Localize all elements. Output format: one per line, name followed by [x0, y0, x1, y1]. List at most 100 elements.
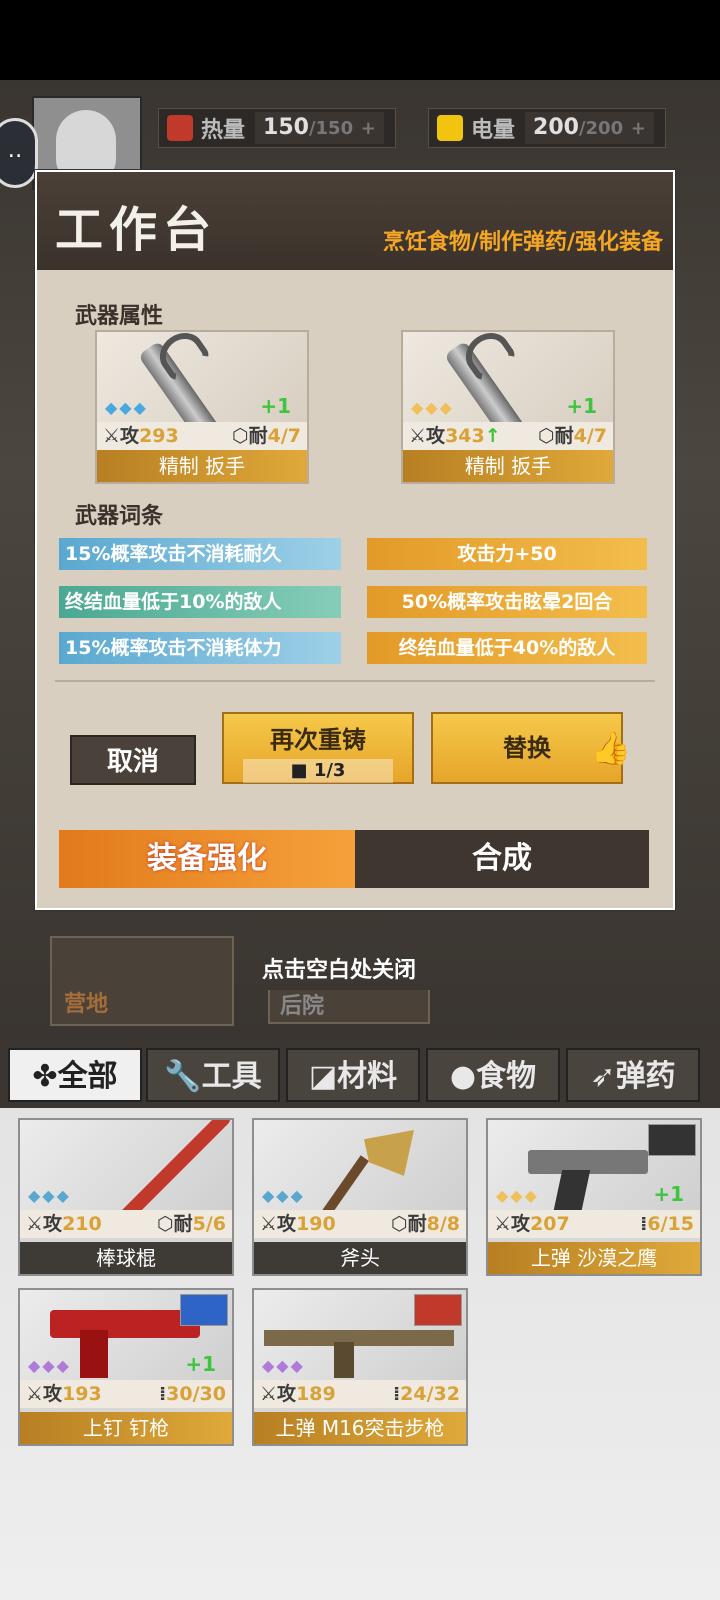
heat-max: /150	[308, 118, 354, 139]
status-bar	[0, 0, 720, 80]
atk-value: 193	[62, 1383, 102, 1405]
atk-label: 攻	[43, 1213, 63, 1235]
bat-icon	[117, 1120, 232, 1212]
tab-food[interactable]: ●食物	[426, 1048, 560, 1102]
item-name: 上钉 钉枪	[20, 1412, 232, 1444]
heat-resource[interactable]: 热量 150/150 +	[158, 108, 396, 148]
rarity-gems: ◆◆◆	[496, 1186, 539, 1205]
nailgun-body-icon	[50, 1310, 200, 1338]
weapon-card-current[interactable]: ◆◆◆ +1 ⚔攻293 ⬡耐4/7 精制 扳手	[95, 324, 309, 484]
recast-button[interactable]: 再次重铸 ■ 1/3	[222, 712, 414, 784]
dur-label: 耐	[407, 1213, 427, 1235]
heat-label: 热量	[201, 118, 246, 143]
affix-right-2: 50%概率攻击眩晕2回合	[367, 586, 647, 618]
ammo-value: 24/32	[400, 1383, 460, 1405]
atk-value: 207	[530, 1213, 570, 1235]
atk-label: 攻	[277, 1213, 297, 1235]
dur-value: 8/8	[426, 1213, 460, 1235]
atk-up-arrow-icon: ↑	[484, 425, 501, 447]
item-stats: ⚔攻189 ⁞24/32	[254, 1380, 466, 1408]
bullet-icon: ➶	[590, 1059, 616, 1094]
tab-materials[interactable]: ◪材料	[286, 1048, 420, 1102]
recast-count: 1/3	[313, 760, 346, 781]
tab-ammo-label: 弹药	[615, 1059, 676, 1094]
divider	[55, 680, 655, 682]
ammo-value: 30/30	[166, 1383, 226, 1405]
atk-value: 190	[296, 1213, 336, 1235]
rarity-gems: ◆◆◆	[262, 1186, 305, 1205]
item-m16[interactable]: ◆◆◆ ⚔攻189 ⁞24/32 上弹 M16突击步枪	[252, 1288, 468, 1446]
dur-label: 耐	[554, 425, 574, 447]
camp-tile[interactable]: 营地	[50, 936, 234, 1026]
upgrade-level: +1	[260, 394, 291, 418]
weapon-attr-label: 武器属性	[75, 304, 164, 329]
grid-icon: ✤	[32, 1059, 58, 1094]
power-label: 电量	[471, 118, 516, 143]
item-name: 斧头	[254, 1242, 466, 1274]
item-stats: ⚔攻207 ⁞6/15	[488, 1210, 700, 1238]
atk-value: 293	[139, 425, 179, 447]
dur-value: 4/7	[573, 425, 607, 447]
ammo-value: 6/15	[647, 1213, 694, 1235]
tab-food-label: 食物	[476, 1059, 537, 1094]
flame-icon	[167, 115, 193, 141]
item-axe[interactable]: ◆◆◆ ⚔攻190 ⬡耐8/8 斧头	[252, 1118, 468, 1276]
weapon-name: 精制 扳手	[97, 450, 307, 482]
workbench-modal: 工作台 烹饪食物/制作弹药/强化装备 武器属性 ◆◆◆ +1 ⚔攻293 ⬡耐4…	[35, 170, 675, 910]
battery-icon	[437, 115, 463, 141]
atk-label: 攻	[511, 1213, 531, 1235]
tab-tools-label: 工具	[201, 1059, 262, 1094]
nail-badge-icon	[180, 1294, 228, 1326]
meat-icon: ●	[449, 1059, 477, 1094]
weapon-affix-label: 武器词条	[75, 504, 164, 529]
power-plus-icon[interactable]: +	[631, 118, 646, 139]
ammo-badge-icon	[414, 1294, 462, 1326]
upgrade-level: +1	[566, 394, 597, 418]
weapon-stats: ⚔攻343↑ ⬡耐4/7	[403, 422, 613, 450]
power-resource[interactable]: 电量 200/200 +	[428, 108, 666, 148]
dur-value: 4/7	[267, 425, 301, 447]
chat-button[interactable]: ‥	[0, 118, 38, 188]
replace-button[interactable]: 替换 👍	[431, 712, 631, 784]
affix-right-3: 终结血量低于40%的敌人	[367, 632, 647, 664]
weapon-card-new[interactable]: ◆◆◆ +1 ⚔攻343↑ ⬡耐4/7 精制 扳手	[401, 324, 615, 484]
item-name: 棒球棍	[20, 1242, 232, 1274]
item-baseball-bat[interactable]: ◆◆◆ ⚔攻210 ⬡耐5/6 棒球棍	[18, 1118, 234, 1276]
affix-right-1: 攻击力+50	[367, 538, 647, 570]
tab-ammo[interactable]: ➶弹药	[566, 1048, 700, 1102]
item-stats: ⚔攻193 ⁞30/30	[20, 1380, 232, 1408]
item-nail-gun[interactable]: ◆◆◆ +1 ⚔攻193 ⁞30/30 上钉 钉枪	[18, 1288, 234, 1446]
tab-tools[interactable]: 🔧工具	[146, 1048, 280, 1102]
backyard-tile[interactable]: 后院	[268, 990, 430, 1024]
cancel-button[interactable]: 取消	[70, 735, 196, 785]
tab-enhance[interactable]: 装备强化	[59, 830, 355, 888]
tab-synthesize[interactable]: 合成	[355, 830, 649, 888]
ammo-badge-icon	[648, 1124, 696, 1156]
dur-label: 耐	[248, 425, 268, 447]
pistol-grip-icon	[553, 1170, 591, 1210]
rifle-body-icon	[264, 1330, 454, 1346]
weapon-stats: ⚔攻293 ⬡耐4/7	[97, 422, 307, 450]
upgrade-level: +1	[185, 1352, 216, 1376]
rarity-gems: ◆◆◆	[28, 1186, 71, 1205]
item-name: 上弹 M16突击步枪	[254, 1412, 466, 1444]
modal-subtitle: 烹饪食物/制作弹药/强化装备	[382, 230, 663, 255]
weapon-name: 精制 扳手	[403, 450, 613, 482]
dur-value: 5/6	[192, 1213, 226, 1235]
tab-all-label: 全部	[57, 1059, 118, 1094]
affix-left-1: 15%概率攻击不消耗耐久	[59, 538, 341, 570]
item-stats: ⚔攻210 ⬡耐5/6	[20, 1210, 232, 1238]
item-desert-eagle[interactable]: ◆◆◆ +1 ⚔攻207 ⁞6/15 上弹 沙漠之鹰	[486, 1118, 702, 1276]
tab-materials-label: 材料	[337, 1059, 398, 1094]
rarity-gems: ◆◆◆	[262, 1356, 305, 1375]
rarity-gems: ◆◆◆	[411, 398, 454, 417]
tab-all[interactable]: ✤全部	[8, 1048, 142, 1102]
rarity-gems: ◆◆◆	[28, 1356, 71, 1375]
upgrade-level: +1	[653, 1182, 684, 1206]
axe-handle-icon	[309, 1155, 369, 1212]
modal-header: 工作台 烹饪食物/制作弹药/强化装备	[37, 172, 673, 270]
heat-plus-icon[interactable]: +	[361, 118, 376, 139]
recast-label: 再次重铸	[270, 726, 366, 754]
atk-label: 攻	[120, 425, 140, 447]
material-icon: ■	[290, 760, 314, 781]
